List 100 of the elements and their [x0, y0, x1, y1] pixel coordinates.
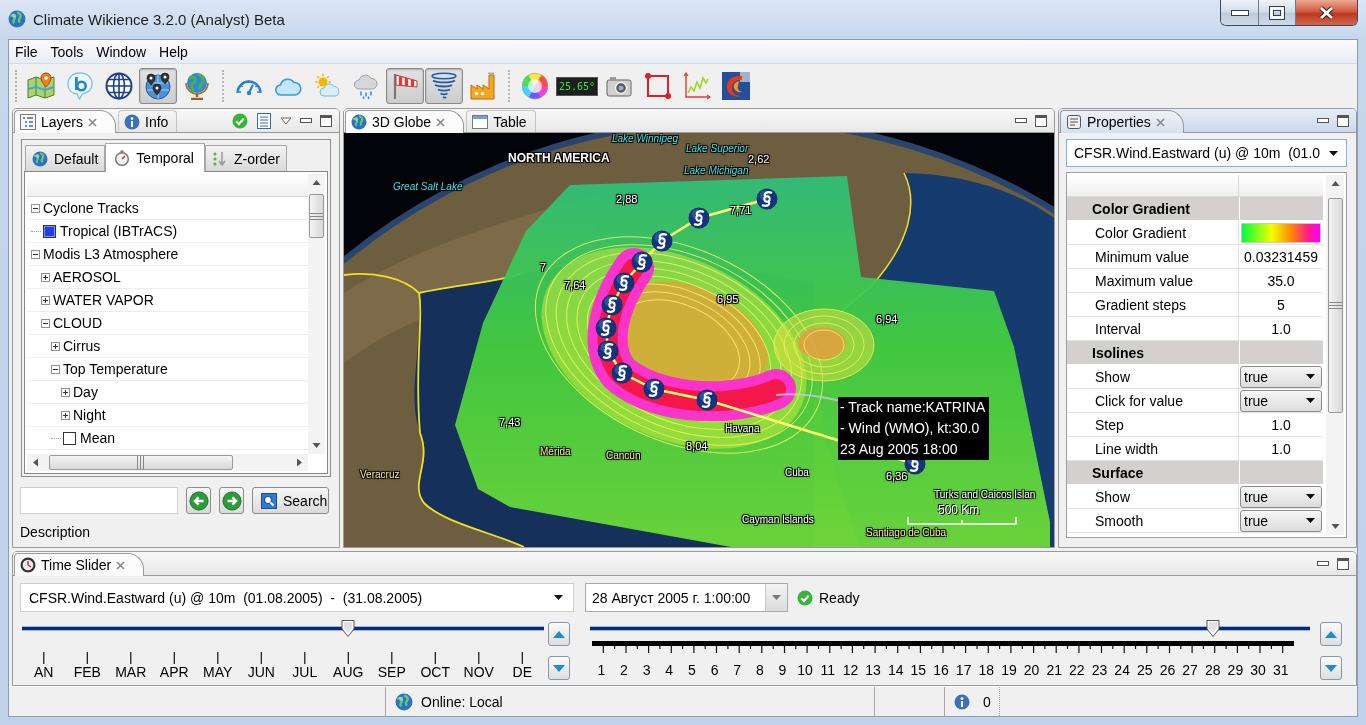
property-value[interactable]: 1.0: [1271, 440, 1291, 457]
minimize-icon[interactable]: [300, 118, 312, 123]
menu-item[interactable]: Tools: [44, 41, 90, 62]
property-value[interactable]: 0.03231459: [1244, 248, 1318, 265]
value-dropdown[interactable]: true: [1240, 509, 1322, 532]
close-button[interactable]: [1296, 0, 1357, 25]
windsock-button[interactable]: [386, 68, 424, 104]
scrollbar[interactable]: [308, 174, 325, 454]
tree-item[interactable]: Top Temperature: [63, 361, 168, 377]
forward-button[interactable]: [219, 487, 244, 514]
tree-item[interactable]: Cyclone Tracks: [43, 200, 139, 216]
layer-view-tab[interactable]: Default: [25, 145, 106, 171]
storm-marker-icon[interactable]: [688, 207, 710, 229]
collapse-icon[interactable]: [41, 318, 50, 328]
expand-icon[interactable]: [61, 387, 70, 397]
scroll-down-icon[interactable]: [312, 441, 321, 450]
search-button[interactable]: Search: [252, 487, 329, 514]
value-dropdown[interactable]: true: [1240, 485, 1322, 508]
expand-icon[interactable]: [51, 341, 60, 351]
step-down-button[interactable]: [548, 656, 570, 680]
tree-item[interactable]: WATER VAPOR: [53, 292, 154, 308]
maximize-icon[interactable]: [1035, 114, 1047, 127]
view-tab[interactable]: Table: [466, 110, 536, 132]
view-tab[interactable]: 3D Globe: [345, 110, 465, 133]
scroll-left-icon[interactable]: [31, 458, 40, 467]
layer-view-tab[interactable]: Temporal: [105, 143, 205, 172]
menu-item[interactable]: Window: [90, 41, 153, 62]
view-tab[interactable]: Properties: [1060, 110, 1184, 133]
layer-dropdown[interactable]: CFSR.Wind.Eastward (u) @ 10m (01.08.2005) - (31.08.2005): [20, 583, 574, 612]
view-tab[interactable]: Time Slider: [14, 553, 145, 576]
expand-icon[interactable]: [41, 272, 50, 282]
collapse-icon[interactable]: [51, 364, 60, 374]
minimize-icon[interactable]: [1317, 561, 1329, 566]
storm-marker-icon[interactable]: [651, 230, 673, 252]
scrollbar[interactable]: [27, 454, 308, 471]
maximize-icon[interactable]: [320, 114, 332, 127]
step-up-button[interactable]: [1320, 622, 1342, 646]
storm-marker-icon[interactable]: [756, 188, 778, 210]
storm-marker-icon[interactable]: [601, 294, 623, 316]
close-icon[interactable]: [116, 560, 126, 570]
scroll-up-icon[interactable]: [312, 178, 321, 187]
close-icon[interactable]: [1155, 117, 1165, 127]
step-down-button[interactable]: [1320, 656, 1342, 680]
tree-item[interactable]: CLOUD: [53, 315, 102, 331]
scrollbar[interactable]: [1326, 175, 1344, 535]
list-icon[interactable]: [256, 112, 272, 129]
scrollbar-thumb[interactable]: [49, 455, 233, 470]
tornado-button[interactable]: [425, 68, 463, 104]
tree-item[interactable]: Mean: [80, 430, 116, 446]
tree-item[interactable]: Day: [73, 384, 98, 400]
maximize-icon[interactable]: [1337, 114, 1349, 127]
date-dropdown-button[interactable]: [765, 584, 787, 611]
value-dropdown[interactable]: true: [1240, 365, 1322, 388]
layer-dropdown[interactable]: CFSR.Wind.Eastward (u) @ 10m (01.0: [1066, 139, 1347, 167]
minimize-button[interactable]: [1221, 0, 1259, 25]
expand-icon[interactable]: [61, 410, 70, 420]
property-value[interactable]: 1.0: [1271, 320, 1291, 337]
maximize-button[interactable]: [1259, 0, 1296, 25]
tree-item[interactable]: Night: [73, 407, 106, 423]
date-field[interactable]: 28 Август 2005 г. 1:00:00: [585, 583, 788, 612]
tree-item[interactable]: AEROSOL: [53, 269, 121, 285]
view-tab[interactable]: Layers: [14, 110, 117, 133]
view-tab[interactable]: Info: [118, 110, 178, 132]
collapse-icon[interactable]: [31, 203, 40, 213]
scrollbar-thumb[interactable]: [309, 194, 324, 238]
value-dropdown[interactable]: true: [1240, 389, 1322, 412]
step-up-button[interactable]: [548, 622, 570, 646]
slider-thumb[interactable]: [341, 620, 356, 637]
menu-item[interactable]: Help: [153, 41, 194, 62]
collapse-icon[interactable]: [31, 249, 40, 259]
search-field[interactable]: [20, 487, 178, 514]
scrollbar-thumb[interactable]: [1327, 198, 1343, 413]
scroll-up-icon[interactable]: [1330, 179, 1340, 188]
tree-item[interactable]: Cirrus: [63, 338, 101, 354]
scroll-right-icon[interactable]: [295, 458, 304, 467]
storm-marker-icon[interactable]: [597, 340, 619, 362]
layer-checkbox[interactable]: [43, 224, 56, 238]
scroll-down-icon[interactable]: [1330, 522, 1340, 531]
storm-marker-icon[interactable]: [631, 251, 653, 273]
tree-item[interactable]: Modis L3 Atmosphere: [43, 246, 179, 262]
menu-item[interactable]: File: [9, 41, 44, 62]
layer-view-tab[interactable]: Z-order: [204, 145, 287, 171]
globe-pins-button[interactable]: [139, 68, 177, 104]
minimize-icon[interactable]: [1317, 118, 1329, 123]
property-value[interactable]: 5: [1277, 296, 1285, 313]
layer-checkbox[interactable]: [63, 431, 76, 445]
back-button[interactable]: [186, 487, 211, 514]
property-value[interactable]: 1.0: [1271, 416, 1291, 433]
storm-marker-icon[interactable]: [611, 362, 633, 384]
storm-marker-icon[interactable]: [696, 389, 718, 411]
minimize-icon[interactable]: [1015, 118, 1027, 123]
storm-marker-icon[interactable]: [643, 378, 665, 400]
close-icon[interactable]: [88, 117, 98, 127]
maximize-icon[interactable]: [1337, 557, 1349, 570]
expand-icon[interactable]: [41, 295, 50, 305]
view-menu-icon[interactable]: [280, 116, 292, 125]
storm-marker-icon[interactable]: [613, 272, 635, 294]
storm-marker-icon[interactable]: [595, 317, 617, 339]
close-icon[interactable]: [436, 117, 446, 127]
property-value[interactable]: 35.0: [1267, 272, 1295, 289]
